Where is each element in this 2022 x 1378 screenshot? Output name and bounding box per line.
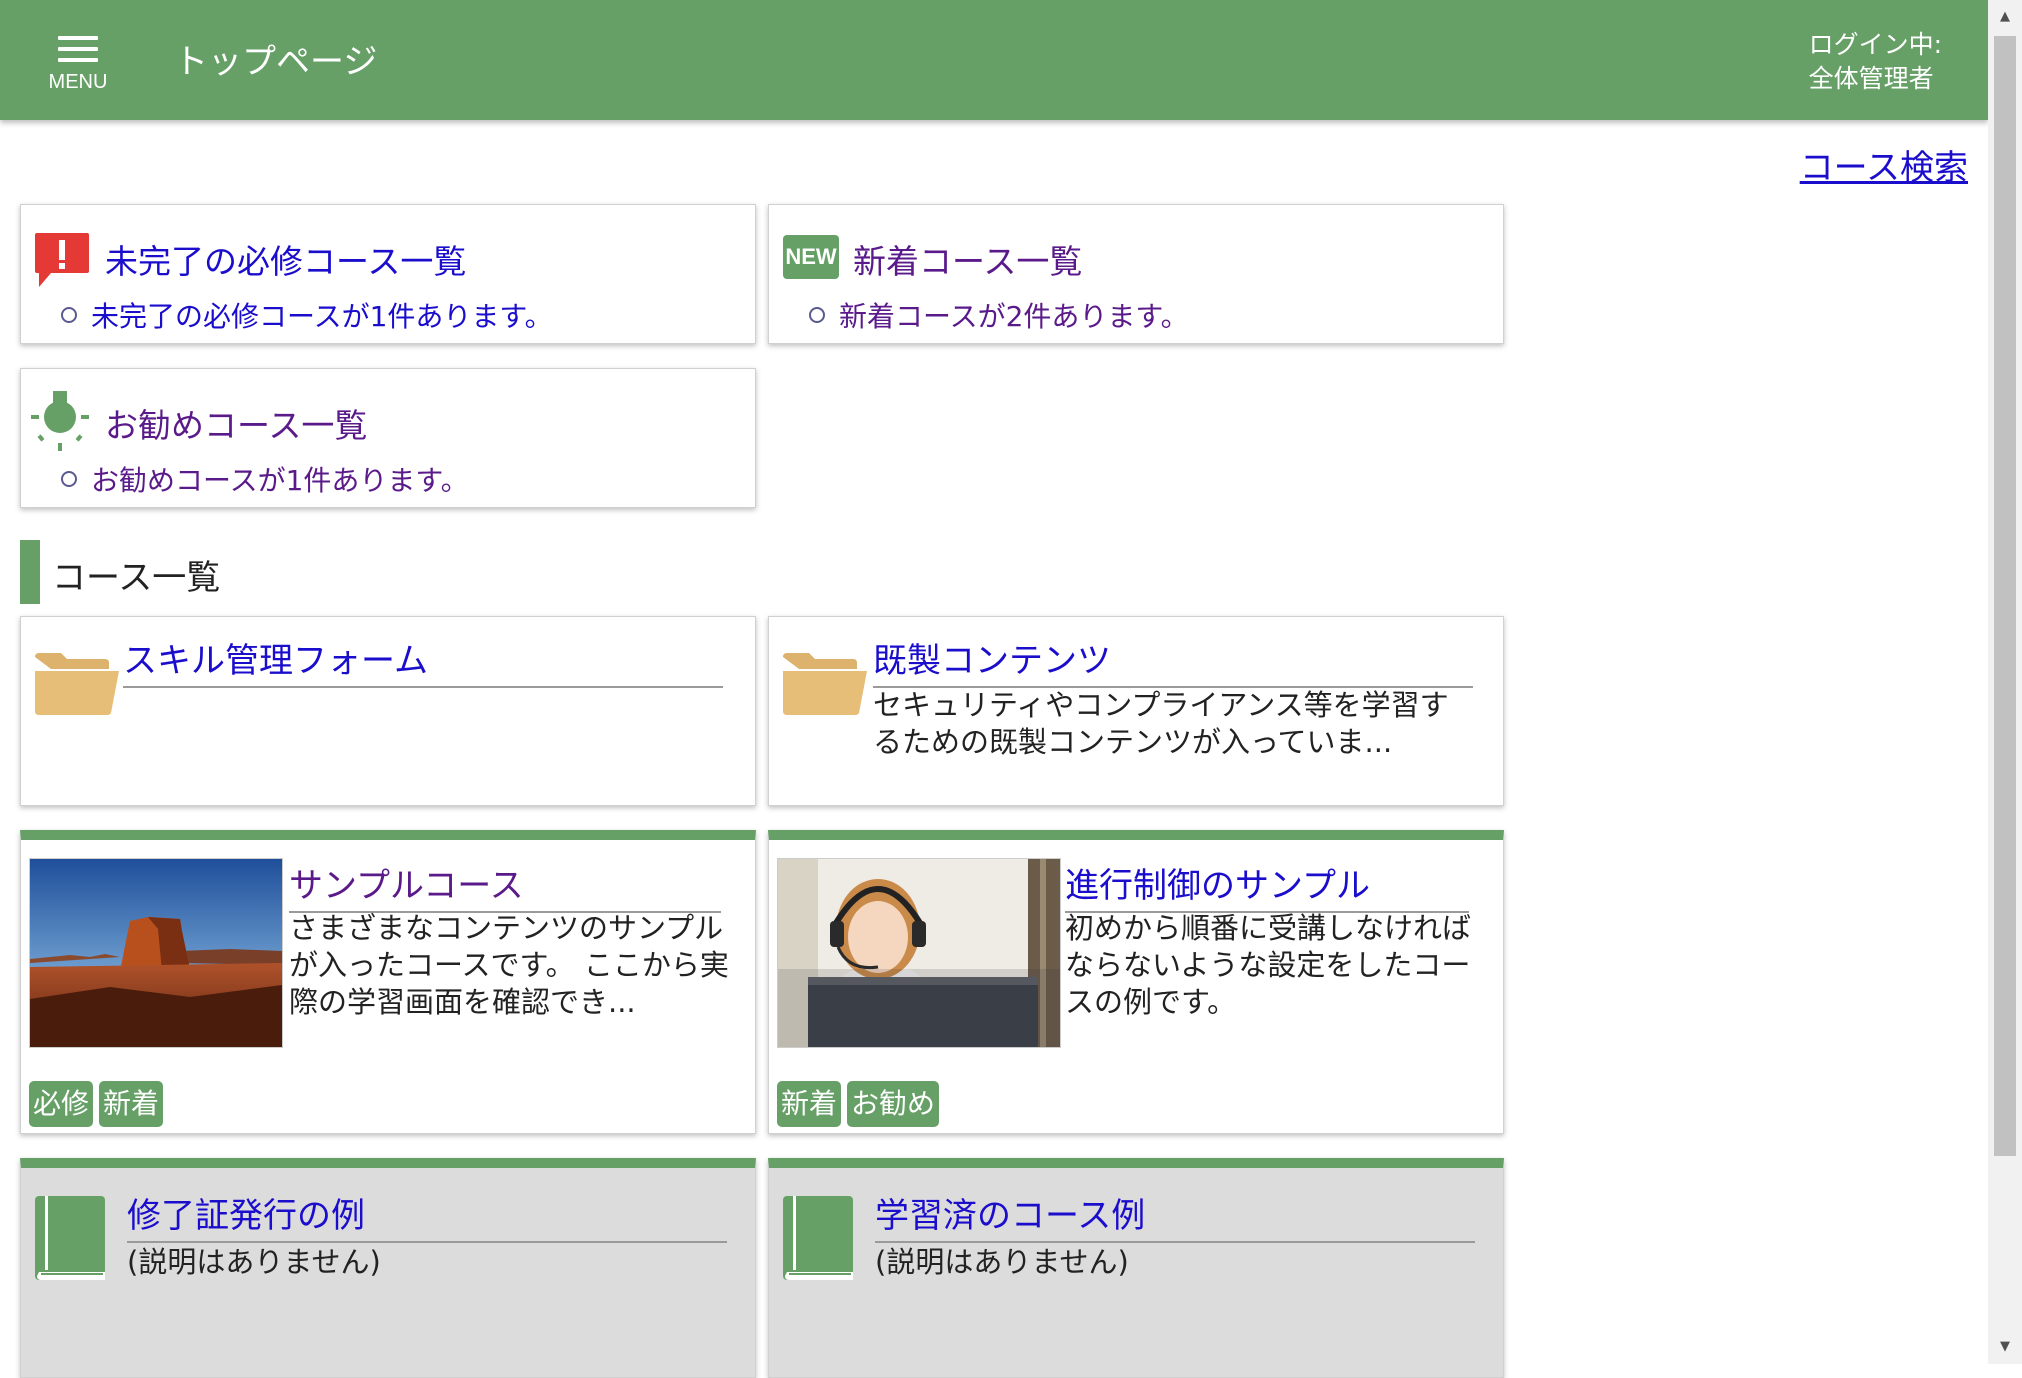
completed-course-card[interactable]: 学習済のコース例 (説明はありません) (768, 1158, 1504, 1378)
page-title: トップページ (174, 42, 378, 82)
hamburger-icon (58, 36, 98, 40)
course-tags: 新着 お勧め (777, 1081, 945, 1127)
course-card[interactable]: サンプルコース さまざまなコンテンツのサンプルが入ったコースです。 ここから実際… (20, 830, 756, 1134)
incomplete-required-title[interactable]: 未完了の必修コース一覧 (105, 235, 466, 283)
folder-title[interactable]: 既製コンテンツ (873, 633, 1473, 688)
folder-card[interactable]: 既製コンテンツ セキュリティやコンプライアンス等を学習するための既製コンテンツが… (768, 616, 1504, 806)
course-description: 初めから順番に受講しなければならないような設定をしたコースの例です。 (1065, 911, 1472, 1019)
course-thumbnail (777, 858, 1061, 1048)
course-title[interactable]: 学習済のコース例 (875, 1188, 1475, 1243)
course-tags: 必修 新着 (29, 1081, 169, 1127)
new-courses-item[interactable]: 新着コースが2件あります。 (809, 295, 1189, 335)
new-courses-card[interactable]: NEW 新着コース一覧 新着コースが2件あります。 (768, 204, 1504, 344)
course-description: (説明はありません) (127, 1245, 381, 1279)
book-icon (35, 1196, 105, 1280)
folder-description: セキュリティやコンプライアンス等を学習するための既製コンテンツが入っていま... (873, 688, 1449, 759)
user-name: 全体管理者 (1808, 64, 1934, 93)
course-title[interactable]: 進行制御のサンプル (1065, 858, 1469, 913)
scroll-down-arrow-icon[interactable]: ▼ (1988, 1330, 2022, 1364)
lightbulb-icon (31, 391, 89, 451)
bullet-icon (61, 307, 77, 323)
bullet-icon (809, 307, 825, 323)
recommended-tag: お勧め (847, 1081, 940, 1127)
app-header: MENU トップページ ログイン中: 全体管理者 (0, 0, 1988, 120)
scroll-thumb[interactable] (1994, 36, 2016, 1156)
course-thumbnail (29, 858, 283, 1048)
new-tag: 新着 (99, 1081, 164, 1127)
vertical-scrollbar[interactable]: ▲ ▼ (1988, 0, 2022, 1364)
bullet-icon (61, 471, 77, 487)
book-icon (783, 1196, 853, 1280)
course-description: (説明はありません) (875, 1245, 1129, 1279)
folder-icon (783, 653, 867, 715)
course-title[interactable]: サンプルコース (289, 858, 721, 913)
recommended-card[interactable]: お勧めコース一覧 お勧めコースが1件あります。 (20, 368, 756, 508)
menu-label: MENU (48, 71, 108, 93)
heading-accent-bar (20, 540, 40, 604)
login-label: ログイン中: (1808, 30, 1942, 59)
folder-title[interactable]: スキル管理フォーム (123, 633, 723, 688)
incomplete-required-item[interactable]: 未完了の必修コースが1件あります。 (61, 295, 553, 335)
recommended-item[interactable]: お勧めコースが1件あります。 (61, 459, 469, 499)
alert-icon (35, 233, 89, 287)
course-title[interactable]: 修了証発行の例 (127, 1188, 727, 1243)
course-description: さまざまなコンテンツのサンプルが入ったコースです。 ここから実際の学習画面を確認… (289, 911, 729, 1019)
incomplete-required-card[interactable]: 未完了の必修コース一覧 未完了の必修コースが1件あります。 (20, 204, 756, 344)
new-courses-title[interactable]: 新着コース一覧 (853, 235, 1082, 283)
completed-course-card[interactable]: 修了証発行の例 (説明はありません) (20, 1158, 756, 1378)
desert-mesa-image (30, 859, 282, 1047)
menu-button[interactable]: MENU (40, 30, 116, 100)
folder-card[interactable]: スキル管理フォーム (20, 616, 756, 806)
recommended-title[interactable]: お勧めコース一覧 (105, 399, 367, 447)
course-card[interactable]: 進行制御のサンプル 初めから順番に受講しなければならないような設定をしたコースの… (768, 830, 1504, 1134)
new-tag: 新着 (777, 1081, 842, 1127)
login-info: ログイン中: 全体管理者 (1809, 28, 1942, 96)
course-search-link[interactable]: コース検索 (1800, 140, 1968, 189)
new-icon: NEW (783, 235, 839, 279)
folder-icon (35, 653, 119, 715)
scroll-up-arrow-icon[interactable]: ▲ (1988, 0, 2022, 34)
required-tag: 必修 (29, 1081, 94, 1127)
headset-woman-image (778, 859, 1060, 1047)
